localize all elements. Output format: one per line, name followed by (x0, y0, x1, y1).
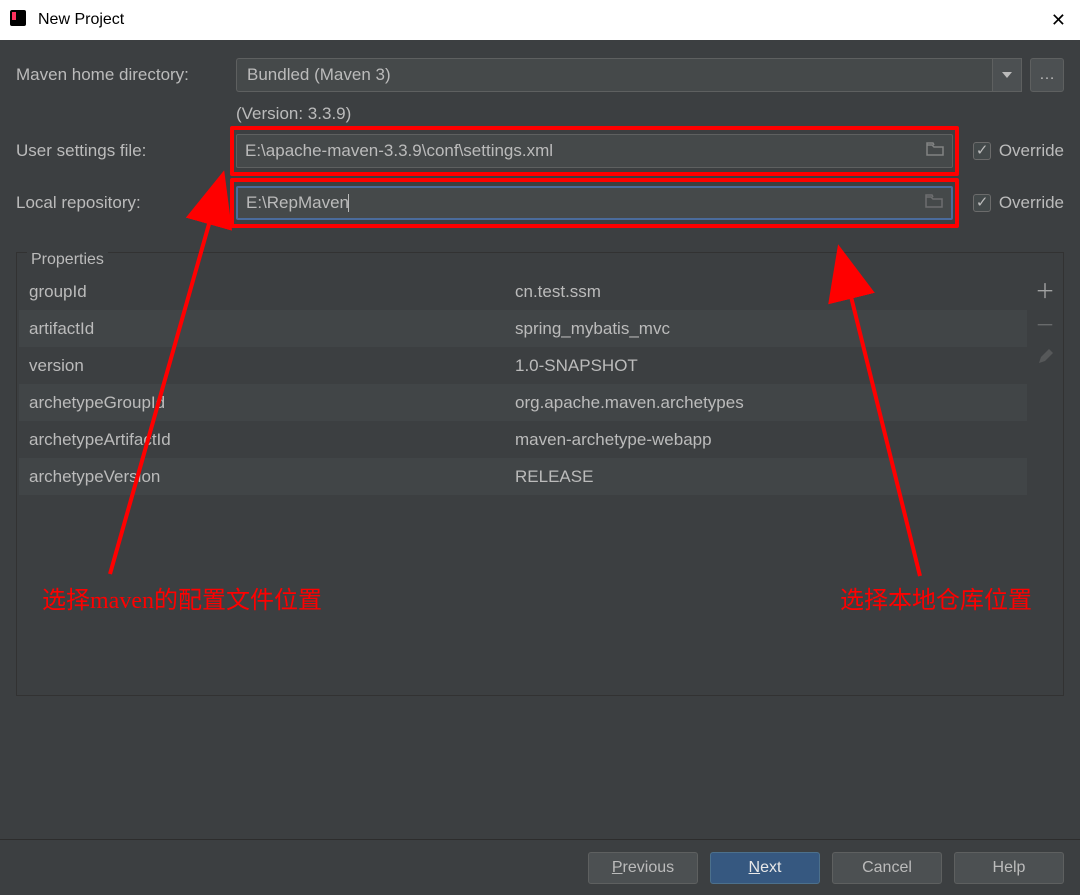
prop-key: groupId (29, 282, 515, 302)
prop-val: RELEASE (515, 467, 1017, 487)
folder-icon[interactable] (926, 141, 944, 161)
window-title: New Project (38, 11, 124, 29)
prop-val: cn.test.ssm (515, 282, 1017, 302)
local-repo-field[interactable]: E:\RepMaven (236, 186, 953, 220)
override-user-settings-label: Override (999, 141, 1064, 161)
prop-key: archetypeVersion (29, 467, 515, 487)
override-local-repo[interactable]: Override (973, 193, 1064, 213)
override-user-settings-checkbox[interactable] (973, 142, 991, 160)
prop-val: maven-archetype-webapp (515, 430, 1017, 450)
edit-icon[interactable] (1035, 347, 1055, 367)
app-icon (10, 10, 30, 30)
table-row[interactable]: version 1.0-SNAPSHOT (19, 347, 1027, 384)
folder-icon[interactable] (925, 193, 943, 213)
prop-key: archetypeArtifactId (29, 430, 515, 450)
prop-key: version (29, 356, 515, 376)
user-settings-value: E:\apache-maven-3.3.9\conf\settings.xml (245, 141, 553, 161)
previous-button[interactable]: Previous (588, 852, 698, 884)
local-repo-value: E:\RepMaven (246, 193, 349, 213)
table-row[interactable]: artifactId spring_mybatis_mvc (19, 310, 1027, 347)
prop-val: spring_mybatis_mvc (515, 319, 1017, 339)
label-user-settings: User settings file: (16, 141, 236, 161)
row-user-settings: User settings file: E:\apache-maven-3.3.… (16, 134, 1064, 168)
table-row[interactable]: groupId cn.test.ssm (19, 273, 1027, 310)
next-button[interactable]: Next (710, 852, 820, 884)
override-user-settings[interactable]: Override (973, 141, 1064, 161)
maven-version-text: (Version: 3.3.9) (236, 104, 351, 124)
maven-home-value[interactable]: Bundled (Maven 3) (236, 58, 992, 92)
chevron-down-icon[interactable] (992, 58, 1022, 92)
prop-val: org.apache.maven.archetypes (515, 393, 1017, 413)
table-row[interactable]: archetypeArtifactId maven-archetype-weba… (19, 421, 1027, 458)
help-button[interactable]: Help (954, 852, 1064, 884)
prop-key: artifactId (29, 319, 515, 339)
override-local-repo-label: Override (999, 193, 1064, 213)
remove-icon[interactable]: － (1035, 313, 1055, 333)
footer: Previous Next Cancel Help (0, 839, 1080, 895)
row-local-repo: Local repository: E:\RepMaven Override (16, 186, 1064, 220)
titlebar: New Project ✕ (0, 0, 1080, 40)
properties-panel: Properties groupId cn.test.ssm artifactI… (16, 252, 1064, 696)
row-maven-home: Maven home directory: Bundled (Maven 3) … (16, 58, 1064, 92)
properties-toolbar: ＋ － (1027, 253, 1063, 695)
text-cursor (348, 194, 349, 212)
properties-title: Properties (27, 251, 108, 269)
form-area: Maven home directory: Bundled (Maven 3) … (0, 40, 1080, 244)
cancel-button[interactable]: Cancel (832, 852, 942, 884)
maven-home-browse-button[interactable]: … (1030, 58, 1064, 92)
table-row[interactable]: archetypeGroupId org.apache.maven.archet… (19, 384, 1027, 421)
prop-key: archetypeGroupId (29, 393, 515, 413)
user-settings-field[interactable]: E:\apache-maven-3.3.9\conf\settings.xml (236, 134, 953, 168)
properties-table: groupId cn.test.ssm artifactId spring_my… (19, 273, 1027, 693)
table-row[interactable]: archetypeVersion RELEASE (19, 458, 1027, 495)
add-icon[interactable]: ＋ (1035, 279, 1055, 299)
close-icon[interactable]: ✕ (1047, 10, 1070, 31)
prop-val: 1.0-SNAPSHOT (515, 356, 1017, 376)
label-local-repo: Local repository: (16, 193, 236, 213)
override-local-repo-checkbox[interactable] (973, 194, 991, 212)
maven-home-combo[interactable]: Bundled (Maven 3) (236, 58, 1022, 92)
label-maven-home: Maven home directory: (16, 65, 236, 85)
